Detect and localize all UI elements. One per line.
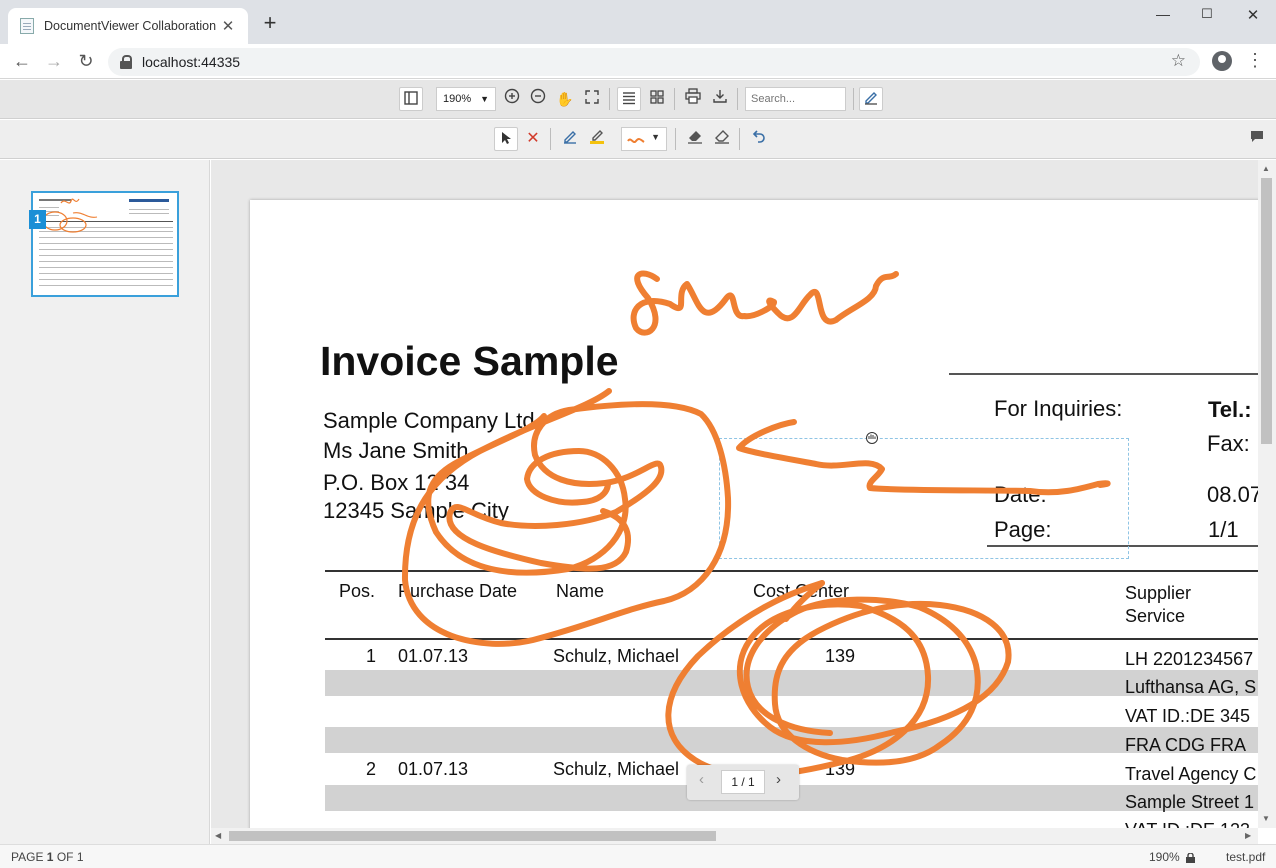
lock-icon [1186, 852, 1195, 863]
page-status-prefix: PAGE [11, 850, 47, 864]
browser-tab-bar: DocumentViewer Collaboration ✕ + — ☐ ✕ [0, 0, 1276, 44]
scroll-right-icon[interactable]: ▶ [1245, 831, 1251, 840]
toolbar-separator [550, 128, 551, 150]
download-icon[interactable] [708, 87, 732, 111]
comments-icon[interactable] [1245, 127, 1269, 151]
toolbar-separator [739, 128, 740, 150]
document-viewport[interactable]: Invoice Sample Sample Company Ltd. Ms Ja… [211, 160, 1258, 828]
profile-avatar-icon[interactable] [1212, 51, 1232, 71]
filename-status: test.pdf [1226, 850, 1266, 864]
zoom-out-icon[interactable] [526, 87, 550, 111]
zoom-status: 190% [1149, 850, 1180, 864]
toolbar-separator [609, 88, 610, 110]
ink-stroke-arrow [736, 419, 1111, 496]
ink-stroke-ellipses-large [665, 580, 1012, 779]
clear-ink-icon[interactable] [710, 127, 734, 151]
single-page-view-button[interactable] [617, 87, 641, 111]
minimize-icon[interactable]: — [1140, 6, 1186, 26]
status-bar: PAGE 1 OF 1 190% test.pdf [0, 844, 1276, 868]
zoom-select[interactable]: 190% ▼ [436, 87, 496, 111]
eraser-icon[interactable] [683, 127, 707, 151]
fit-page-icon[interactable] [580, 87, 604, 111]
chevron-down-icon: ▼ [651, 132, 660, 142]
chevron-down-icon: ▼ [480, 94, 489, 104]
address-bar: ← → ↻ localhost:44335 ☆ [0, 44, 1276, 79]
ink-stroke-icon [627, 138, 645, 143]
ink-stroke-signature [630, 270, 899, 336]
page-count-status: PAGE 1 OF 1 [11, 850, 84, 864]
scroll-down-icon[interactable]: ▼ [1262, 814, 1270, 823]
zoom-in-icon[interactable] [500, 87, 524, 111]
browser-tab[interactable]: DocumentViewer Collaboration ✕ [8, 8, 248, 44]
toolbar-separator [853, 88, 854, 110]
browser-menu-icon[interactable]: ⋮ [1246, 50, 1264, 71]
pen-icon[interactable] [558, 127, 582, 151]
document-favicon-icon [20, 18, 34, 34]
reload-icon[interactable]: ↻ [74, 50, 98, 74]
pan-hand-icon[interactable]: ✋ [553, 87, 577, 111]
scroll-up-icon[interactable]: ▲ [1262, 164, 1270, 173]
page-navigator: ‹ 1 / 1 › [687, 765, 799, 800]
page-thumbnail[interactable] [31, 191, 179, 297]
page-indicator[interactable]: 1 / 1 [721, 770, 765, 794]
undo-icon[interactable] [747, 127, 771, 151]
thumbnail-ink-preview [42, 198, 98, 233]
hand-cursor-icon [866, 432, 878, 444]
lock-icon [120, 55, 132, 69]
search-input[interactable] [745, 87, 846, 111]
forward-arrow-icon[interactable]: → [42, 50, 66, 74]
app-window: DocumentViewer Collaboration ✕ + — ☐ ✕ ←… [0, 0, 1276, 868]
previous-page-icon[interactable]: ‹ [699, 771, 704, 788]
toolbar-separator [674, 88, 675, 110]
ink-stroke-loops [401, 388, 732, 647]
url-omnibox[interactable]: localhost:44335 ☆ [108, 48, 1200, 76]
ink-stroke-ellipse-small [425, 413, 629, 576]
toggle-sidebar-button[interactable] [399, 87, 423, 111]
toolbar-separator [737, 88, 738, 110]
zoom-value: 190% [443, 93, 472, 105]
ink-color-picker[interactable]: ▼ [621, 127, 667, 151]
url-text: localhost:44335 [142, 54, 241, 70]
toolbar-separator [675, 128, 676, 150]
select-pointer-button[interactable] [494, 127, 518, 151]
scroll-left-icon[interactable]: ◀ [215, 831, 221, 840]
bookmark-star-icon[interactable]: ☆ [1171, 51, 1186, 71]
maximize-icon[interactable]: ☐ [1184, 6, 1230, 26]
tab-title: DocumentViewer Collaboration [44, 19, 217, 33]
back-arrow-icon[interactable]: ← [10, 50, 34, 74]
next-page-icon[interactable]: › [776, 771, 781, 788]
ink-annotations-layer[interactable] [250, 200, 1258, 828]
highlighter-icon[interactable] [585, 127, 609, 151]
new-tab-icon[interactable]: + [258, 12, 282, 36]
delete-annotation-icon[interactable]: ✕ [521, 127, 545, 151]
tab-close-icon[interactable]: ✕ [218, 17, 238, 35]
window-close-icon[interactable]: ✕ [1230, 6, 1276, 26]
pdf-page: Invoice Sample Sample Company Ltd. Ms Ja… [250, 200, 1258, 828]
vertical-scroll-thumb[interactable] [1261, 178, 1272, 444]
grid-view-icon[interactable] [645, 87, 669, 111]
thumbnail-page-number: 1 [29, 210, 46, 229]
horizontal-scroll-thumb[interactable] [229, 831, 716, 841]
annotation-mode-button[interactable] [859, 87, 883, 111]
print-icon[interactable] [681, 87, 705, 111]
page-status-suffix: OF 1 [53, 850, 84, 864]
